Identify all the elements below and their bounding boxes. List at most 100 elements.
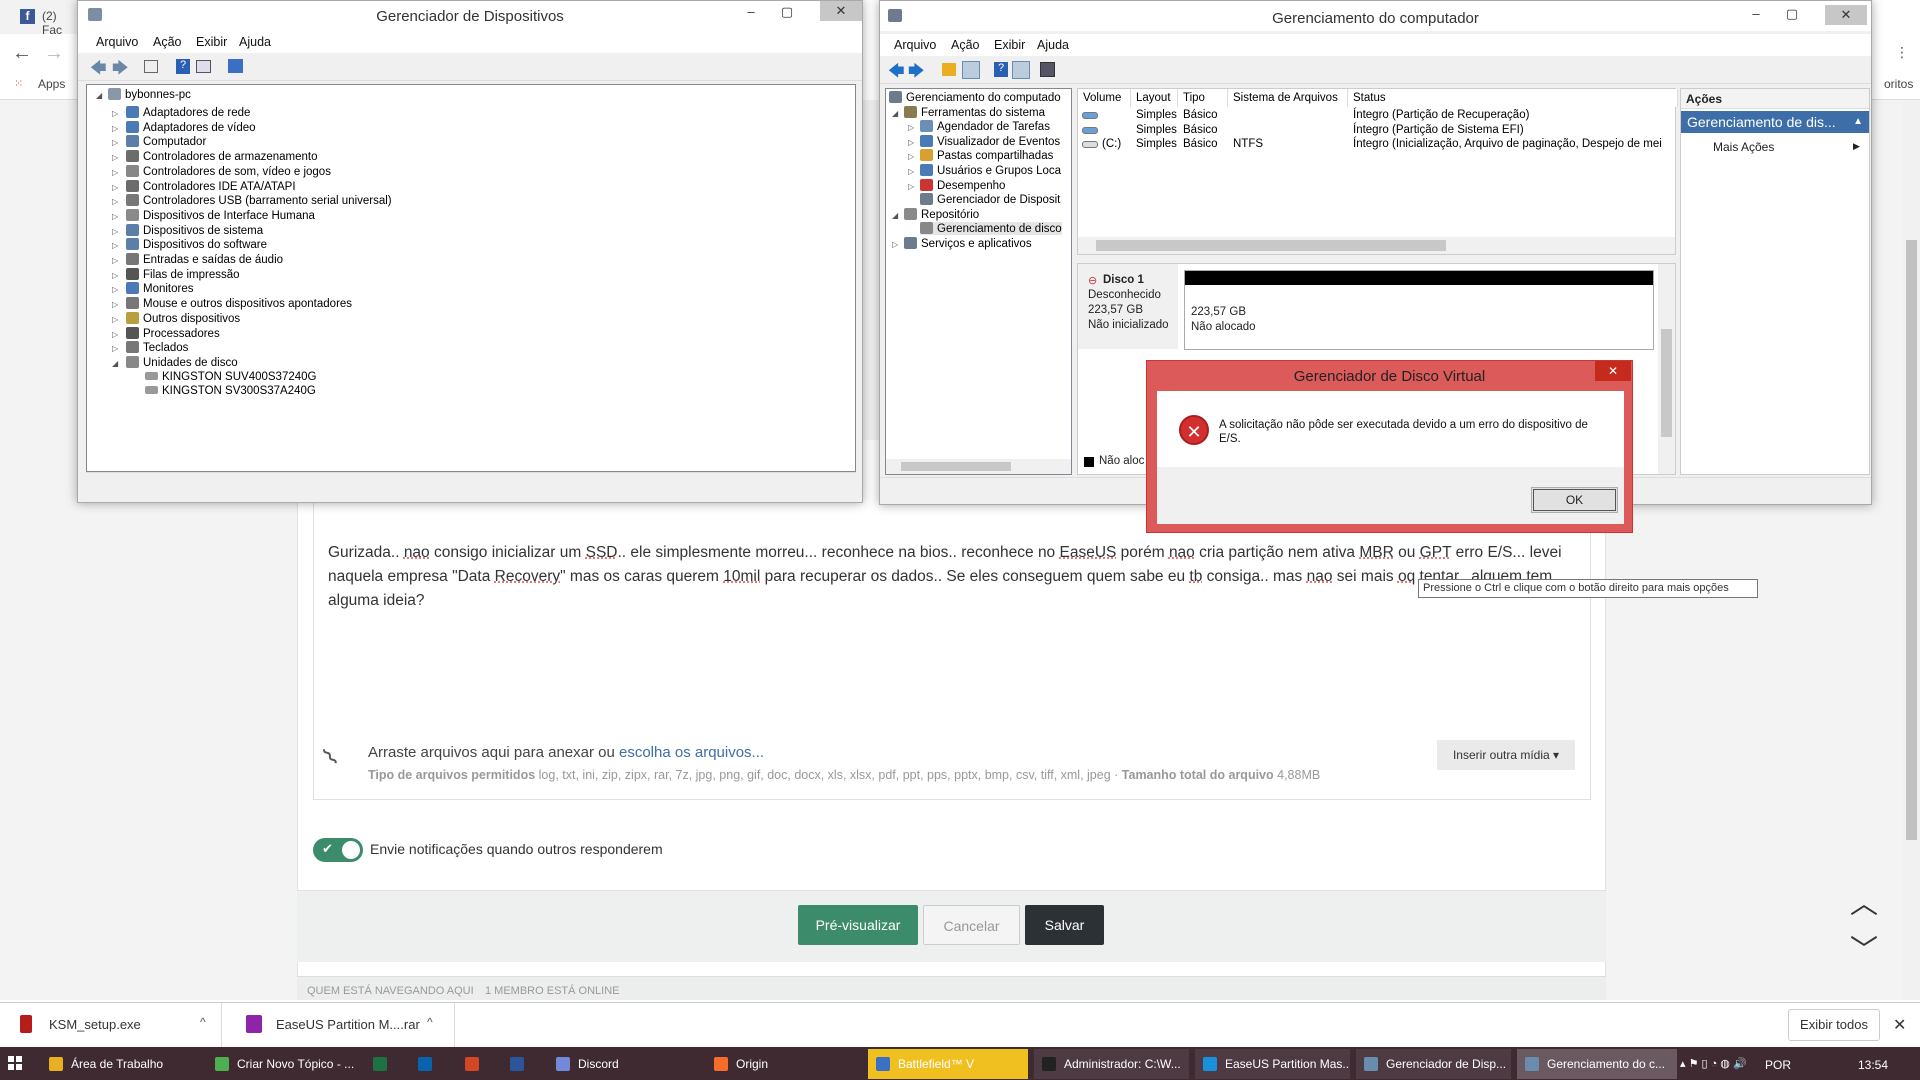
- expand-icon[interactable]: ▷: [112, 330, 118, 339]
- device-category[interactable]: Dispositivos de Interface Humana: [126, 208, 315, 222]
- maximize-icon[interactable]: ▢: [772, 4, 802, 24]
- expand-icon[interactable]: ◢: [112, 359, 118, 368]
- expand-icon[interactable]: ▷: [112, 315, 118, 324]
- save-button[interactable]: Salvar: [1025, 905, 1104, 945]
- forward-icon[interactable]: →: [44, 42, 64, 65]
- taskbar-button[interactable]: [502, 1049, 542, 1079]
- device-category[interactable]: Dispositivos do software: [126, 238, 267, 251]
- column-header[interactable]: Tipo: [1178, 89, 1228, 107]
- device-category[interactable]: Teclados: [126, 341, 188, 354]
- device-category[interactable]: Unidades de disco: [126, 355, 238, 369]
- cancel-button[interactable]: Cancelar: [923, 905, 1020, 945]
- apps-bookmark[interactable]: Apps: [38, 77, 65, 91]
- column-header[interactable]: Volume: [1078, 89, 1131, 107]
- console-tree-item[interactable]: Gerenciamento do computado: [889, 91, 1061, 104]
- taskbar-button[interactable]: EaseUS Partition Mas...: [1195, 1049, 1350, 1079]
- collapse-icon[interactable]: ◢: [96, 91, 102, 100]
- menu-exibir[interactable]: Exibir: [196, 35, 227, 49]
- page-scrollbar[interactable]: [1903, 100, 1920, 1000]
- expand-icon[interactable]: ▷: [908, 182, 914, 191]
- h-scroll-thumb[interactable]: [1096, 240, 1446, 251]
- volume-row[interactable]: (C:) Simples Básico NTFS Íntegro (Inicializa…: [1078, 138, 1675, 152]
- taskbar-button[interactable]: [365, 1049, 403, 1079]
- console-tree-item[interactable]: Agendador de Tarefas: [920, 120, 1050, 133]
- device-category[interactable]: Computador: [126, 135, 206, 148]
- console-tree-item[interactable]: Serviços e aplicativos: [904, 237, 1032, 250]
- console-tree-item[interactable]: Repositório: [904, 207, 979, 221]
- menu-acao[interactable]: Ação: [153, 35, 182, 49]
- expand-icon[interactable]: ◢: [892, 211, 898, 220]
- taskbar-button[interactable]: Battlefield™ V: [868, 1049, 1028, 1079]
- expand-icon[interactable]: ▷: [112, 197, 118, 206]
- v-scrollbar[interactable]: [1658, 264, 1675, 474]
- expand-icon[interactable]: ▷: [112, 256, 118, 265]
- column-header[interactable]: Status: [1348, 89, 1678, 107]
- input-language[interactable]: POR: [1765, 1058, 1791, 1072]
- expand-icon[interactable]: ▷: [112, 138, 118, 147]
- menu-acao[interactable]: Ação: [951, 38, 980, 52]
- device-category[interactable]: Adaptadores de rede: [126, 106, 250, 119]
- close-icon[interactable]: ✕: [820, 1, 862, 21]
- console-tree-item[interactable]: Usuários e Grupos Loca: [920, 164, 1061, 177]
- expand-icon[interactable]: ▷: [112, 124, 118, 133]
- device-category[interactable]: Filas de impressão: [126, 267, 240, 281]
- back-icon[interactable]: 🡄: [888, 60, 905, 87]
- chevron-up-icon[interactable]: ^: [200, 1015, 206, 1029]
- expand-icon[interactable]: ▷: [112, 227, 118, 236]
- help-icon[interactable]: ?: [994, 62, 1008, 77]
- back-icon[interactable]: ←: [12, 42, 32, 65]
- download-item[interactable]: KSM_setup.exe ^: [0, 1003, 222, 1047]
- show-tree-icon[interactable]: [962, 61, 980, 79]
- taskbar-button[interactable]: Gerenciamento do c...: [1517, 1049, 1677, 1079]
- browser-tab[interactable]: f (2) Fac: [0, 0, 78, 37]
- expand-icon[interactable]: ▷: [908, 167, 914, 176]
- clock[interactable]: 13:54: [1858, 1058, 1888, 1072]
- taskbar-button[interactable]: Discord: [548, 1049, 700, 1079]
- device-category[interactable]: Controladores de som, vídeo e jogos: [126, 164, 331, 178]
- close-icon[interactable]: ✕: [1893, 1015, 1906, 1035]
- menu-icon[interactable]: ⋮: [1895, 44, 1909, 61]
- scroll-thumb[interactable]: [1906, 240, 1917, 840]
- menu-exibir[interactable]: Exibir: [994, 38, 1025, 52]
- expand-icon[interactable]: ▷: [112, 212, 118, 221]
- taskbar-button[interactable]: Área de Trabalho: [41, 1049, 201, 1079]
- taskbar-button[interactable]: Criar Novo Tópico - ...: [207, 1049, 360, 1079]
- disk-drive-item[interactable]: KINGSTON SV300S37A240G: [145, 385, 316, 397]
- properties-icon[interactable]: [144, 60, 158, 73]
- apps-icon[interactable]: ⁙: [14, 77, 23, 90]
- menu-arquivo[interactable]: Arquivo: [894, 38, 936, 52]
- tray-icons[interactable]: ▴ ⚑ ▯ ◔ ◍ 🔊: [1680, 1057, 1747, 1070]
- collapse-up-icon[interactable]: ▲: [1853, 111, 1863, 133]
- console-tree-item[interactable]: Pastas compartilhadas: [920, 149, 1053, 162]
- choose-files-link[interactable]: escolha os arquivos...: [619, 744, 764, 761]
- help-icon[interactable]: ?: [176, 59, 190, 74]
- scroll-up-icon[interactable]: ︿: [1850, 882, 1878, 922]
- device-category[interactable]: Controladores IDE ATA/ATAPI: [126, 179, 296, 193]
- h-scroll-thumb[interactable]: [901, 462, 1011, 471]
- settings-icon[interactable]: [1040, 62, 1055, 77]
- expand-icon[interactable]: ▷: [112, 153, 118, 162]
- expand-icon[interactable]: ▷: [892, 240, 898, 249]
- expand-icon[interactable]: ▷: [112, 109, 118, 118]
- device-category[interactable]: Outros dispositivos: [126, 311, 240, 325]
- console-tree-item[interactable]: Ferramentas do sistema: [904, 105, 1045, 119]
- disk-drive-item[interactable]: KINGSTON SUV400S37240G: [145, 371, 316, 383]
- console-tree-item[interactable]: Visualizador de Eventos: [920, 134, 1060, 148]
- console-tree-item[interactable]: Gerenciamento de disco: [920, 222, 1062, 236]
- more-actions[interactable]: Mais Ações: [1713, 140, 1774, 154]
- expand-icon[interactable]: ▷: [112, 168, 118, 177]
- expand-icon[interactable]: ▷: [112, 344, 118, 353]
- maximize-icon[interactable]: ▢: [1777, 6, 1807, 26]
- minimize-icon[interactable]: –: [1741, 6, 1771, 26]
- column-header[interactable]: Layout: [1131, 89, 1178, 107]
- forward-icon[interactable]: 🡆: [908, 60, 925, 87]
- taskbar-button[interactable]: Origin: [706, 1049, 862, 1079]
- v-scroll-thumb[interactable]: [1661, 329, 1672, 437]
- console-tree-item[interactable]: Desempenho: [920, 178, 1005, 192]
- show-all-button[interactable]: Exibir todos: [1788, 1009, 1880, 1041]
- device-category[interactable]: Monitores: [126, 282, 194, 295]
- view-icon[interactable]: [196, 60, 211, 73]
- close-icon[interactable]: ✕: [1595, 361, 1631, 381]
- close-icon[interactable]: ✕: [1825, 5, 1867, 25]
- volume-row[interactable]: Simples Básico Íntegro (Partição de Sistem…: [1078, 124, 1675, 138]
